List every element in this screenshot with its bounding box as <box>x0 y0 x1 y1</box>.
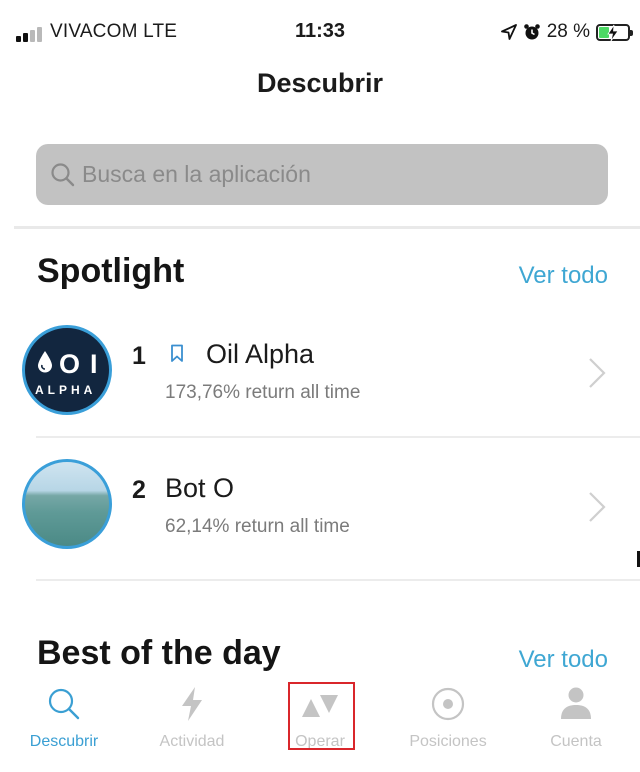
tab-label: Posiciones <box>409 733 487 750</box>
best-of-day-see-all-link[interactable]: Ver todo <box>519 646 608 674</box>
avatar-text-top: OIL <box>59 349 109 379</box>
avatar-bot-o <box>22 459 112 549</box>
avatar-oil-alpha: OIL ALPHA <box>22 325 112 415</box>
spotlight-list-item[interactable]: 2 Bot O 62,14% return all time <box>0 446 640 562</box>
user-icon <box>561 687 591 719</box>
spotlight-title: Spotlight <box>37 252 185 290</box>
chevron-right-icon <box>589 492 606 522</box>
spotlight-see-all-link[interactable]: Ver todo <box>519 262 608 290</box>
bookmark-icon[interactable] <box>170 344 184 363</box>
lightning-icon <box>182 687 202 721</box>
alarm-clock-icon <box>523 24 540 40</box>
tab-label: Cuenta <box>550 733 602 750</box>
item-return: 62,14% return all time <box>165 516 350 537</box>
item-name: Bot O <box>165 473 235 503</box>
rank-number: 2 <box>132 476 146 504</box>
search-icon <box>48 688 80 720</box>
battery-percent: 28 % <box>546 21 590 42</box>
item-name: Oil Alpha <box>206 339 315 369</box>
oil-drop-icon <box>38 351 52 373</box>
spotlight-list-item[interactable]: OIL ALPHA 1 Oil Alpha 173,76% return all… <box>0 312 640 428</box>
page-title: Descubrir <box>256 68 384 98</box>
highlight-box <box>288 682 355 750</box>
best-of-day-title: Best of the day <box>37 634 281 672</box>
item-return: 173,76% return all time <box>165 382 361 403</box>
search-bar[interactable] <box>36 144 608 205</box>
tab-actividad[interactable]: Actividad <box>128 672 256 772</box>
status-right-group: 28 % <box>500 20 633 44</box>
tab-cuenta[interactable]: Cuenta <box>512 672 640 772</box>
tab-label: Descubrir <box>29 733 99 750</box>
avatar-text-bottom: ALPHA <box>35 383 97 397</box>
battery-icon <box>596 23 633 41</box>
tab-label: Actividad <box>159 733 225 750</box>
tab-descubrir[interactable]: Descubrir <box>0 672 128 772</box>
rank-number: 1 <box>132 342 146 370</box>
status-bar: VIVACOM LTE 11:33 28 % <box>0 0 640 62</box>
search-icon <box>51 162 75 186</box>
search-input[interactable] <box>82 161 562 188</box>
location-arrow-icon <box>500 24 517 40</box>
chevron-right-icon <box>589 358 606 388</box>
divider <box>14 226 640 229</box>
tab-posiciones[interactable]: Posiciones <box>384 672 512 772</box>
row-divider <box>36 579 640 581</box>
target-icon <box>431 687 465 721</box>
row-divider <box>36 436 640 438</box>
